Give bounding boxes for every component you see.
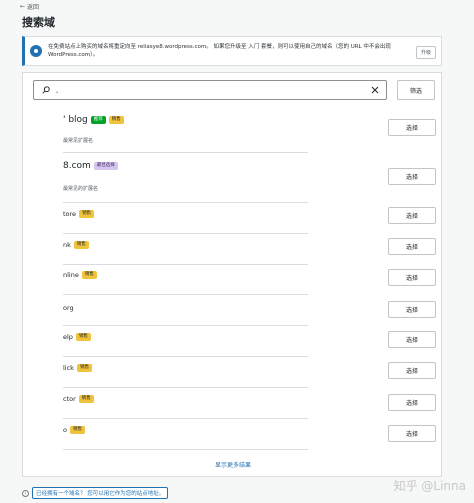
status-badge: 销售: [76, 364, 92, 372]
domain-name-text: o: [63, 426, 67, 434]
watermark: 知乎 @Linna: [393, 479, 466, 493]
info-icon: i: [22, 489, 29, 497]
domain-name: lick 销售: [63, 364, 92, 372]
domain-name-text: nk: [63, 241, 71, 249]
filter-button[interactable]: 筛选: [397, 80, 435, 100]
status-badge: 销售: [69, 426, 85, 434]
status-badge: 销售: [73, 241, 89, 249]
select-button[interactable]: 选择: [388, 207, 436, 224]
domain-description: 最常见的扩展名: [63, 186, 99, 192]
status-badge: 销售: [79, 210, 95, 218]
domain-name: nline 销售: [63, 271, 97, 279]
domain-result-row: o 销售: [63, 422, 308, 450]
domain-name: ctor 销售: [63, 395, 94, 403]
domain-name-text: elp: [63, 333, 73, 341]
domain-name: ' blog 推荐 销售: [63, 115, 124, 125]
domain-result-row: elp 销售: [63, 329, 308, 357]
info-icon: [30, 45, 42, 57]
arrow-left-icon: ←: [20, 3, 26, 10]
domain-name: 8.com 最佳选择: [63, 161, 118, 171]
search-box: [33, 80, 387, 100]
domain-result-row: org: [63, 298, 308, 326]
domain-result-row: ' blog 推荐 销售最常见扩展名: [63, 109, 308, 153]
status-badge: 销售: [78, 395, 94, 403]
select-button[interactable]: 选择: [388, 238, 436, 255]
select-button[interactable]: 选择: [388, 331, 436, 348]
domain-name: o 销售: [63, 426, 85, 434]
footer-hint: i 已经拥有一个域名？ 您可以用它作为您的站点地址。: [22, 487, 169, 499]
show-more-link[interactable]: 显示更多结果: [23, 460, 443, 469]
domain-name: org: [63, 304, 74, 312]
domain-description: 最常见扩展名: [63, 138, 94, 144]
domain-name: tore 销售: [63, 210, 95, 218]
domain-search-panel: 筛选 ' blog推荐销售最常见扩展名选择8.com最佳选择最常见的扩展名选择t…: [22, 72, 442, 477]
select-button[interactable]: 选择: [388, 119, 436, 136]
domain-name-text: lick: [63, 364, 74, 372]
domain-name-text: 8.com: [63, 161, 91, 171]
page-title: 搜索域: [22, 16, 55, 29]
domain-name: nk 销售: [63, 241, 89, 249]
domain-name: elp 销售: [63, 333, 91, 341]
back-link[interactable]: ← 返回: [20, 2, 39, 11]
domain-name-text: ' blog: [63, 115, 88, 125]
select-button[interactable]: 选择: [388, 362, 436, 379]
select-button[interactable]: 选择: [388, 394, 436, 411]
domain-result-row: tore 销售: [63, 206, 308, 234]
status-badge: 销售: [81, 271, 97, 279]
close-icon[interactable]: [370, 85, 380, 95]
select-button[interactable]: 选择: [388, 269, 436, 286]
select-button[interactable]: 选择: [388, 301, 436, 318]
domain-result-row: nline 销售: [63, 267, 308, 295]
domain-name-text: nline: [63, 271, 79, 279]
domain-name-text: org: [63, 304, 74, 312]
upgrade-notice: 在免费站点上购买的域名将重定向至 reliasye8.wordpress.com…: [22, 36, 442, 66]
existing-domain-link[interactable]: 已经拥有一个域名？ 您可以用它作为您的站点地址。: [32, 487, 169, 499]
notice-text: 在免费站点上购买的域名将重定向至 reliasye8.wordpress.com…: [48, 44, 391, 58]
domain-name-text: tore: [63, 210, 77, 218]
status-badge: 最佳选择: [93, 162, 118, 170]
domain-result-row: ctor 销售: [63, 391, 308, 419]
domain-result-row: lick 销售: [63, 360, 308, 388]
search-icon: [42, 86, 50, 94]
domain-result-row: 8.com 最佳选择最常见的扩展名: [63, 157, 308, 203]
status-badge: 推荐: [90, 116, 106, 124]
status-badge: 销售: [108, 116, 124, 124]
back-label: 返回: [27, 4, 40, 11]
select-button[interactable]: 选择: [388, 168, 436, 185]
upgrade-button[interactable]: 升级: [415, 46, 436, 59]
domain-name-text: ctor: [63, 395, 76, 403]
search-input[interactable]: [56, 84, 356, 96]
select-button[interactable]: 选择: [388, 425, 436, 442]
domain-result-row: nk 销售: [63, 237, 308, 265]
status-badge: 销售: [75, 333, 91, 341]
